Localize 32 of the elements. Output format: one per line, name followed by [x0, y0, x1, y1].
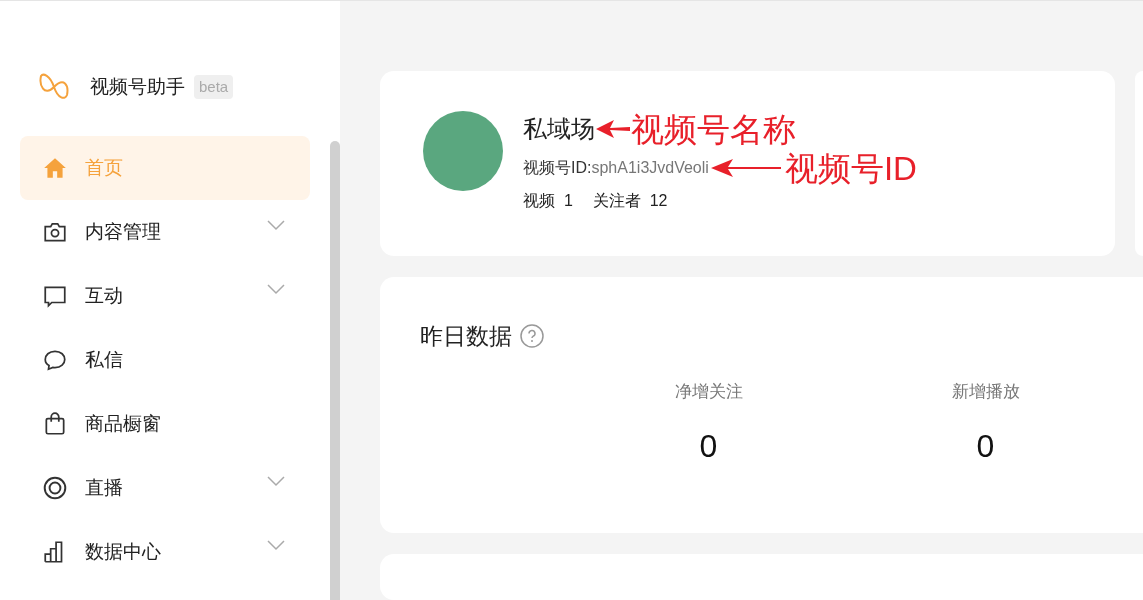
metric-value: 0: [976, 427, 995, 466]
scrollbar[interactable]: [330, 141, 340, 600]
annotation-label: 视频号名称: [631, 112, 796, 146]
ring-icon: [42, 475, 68, 501]
id-label: 视频号ID:: [523, 158, 592, 178]
sidebar-item[interactable]: 内容管理: [20, 200, 310, 264]
sidebar-item[interactable]: 数据中心: [20, 520, 310, 584]
id-value: sphA1i3JvdVeoli: [591, 158, 709, 178]
annotation-arrow: [710, 158, 781, 178]
chevron-down-icon: [267, 283, 285, 295]
channel-name: 私域场: [523, 114, 595, 144]
logo-icon: [38, 73, 70, 101]
annotation-label: 视频号ID: [784, 151, 917, 185]
chevron-down-icon: [267, 219, 285, 231]
stat-text: 视频 1: [523, 191, 573, 211]
bag-icon: [42, 411, 68, 437]
help-icon[interactable]: [520, 324, 544, 349]
chevron-down-icon: [267, 475, 285, 487]
metric-label: 净增关注: [674, 380, 743, 403]
app-title: 视频号助手: [90, 74, 185, 99]
sidebar-item[interactable]: 私信: [20, 328, 310, 392]
section-title: 昨日数据: [420, 322, 512, 351]
sidebar-item[interactable]: 直播: [20, 456, 310, 520]
sidebar-item[interactable]: 商品橱窗: [20, 392, 310, 456]
metric-label: 新增播放: [951, 380, 1020, 403]
beta-badge: beta: [194, 74, 234, 100]
metric-value: 0: [699, 427, 718, 466]
chevron-down-icon: [267, 539, 285, 551]
stat-text: 关注者 12: [592, 191, 668, 211]
annotation-arrow: [596, 119, 630, 139]
comment-icon: [42, 283, 68, 309]
sidebar-item[interactable]: 互动: [20, 264, 310, 328]
